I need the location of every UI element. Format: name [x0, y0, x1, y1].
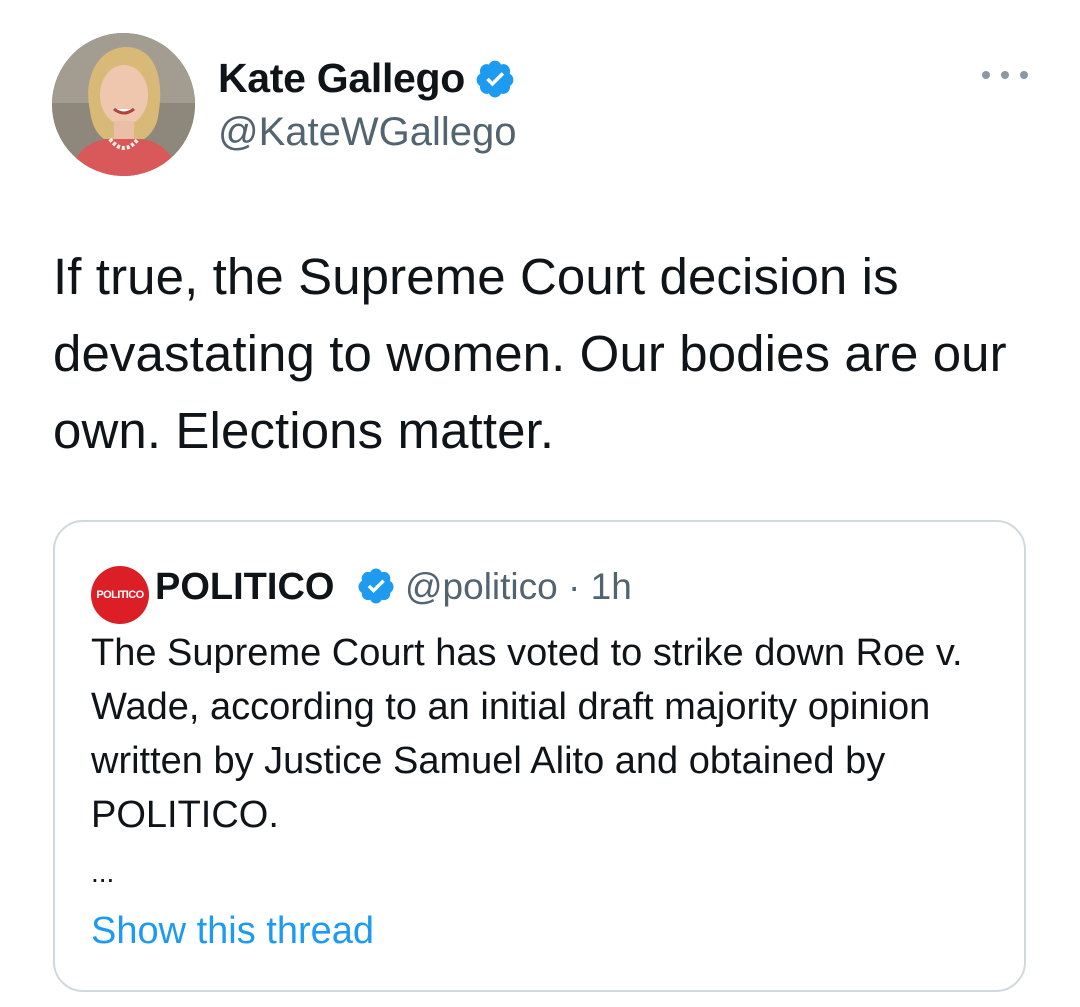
author-name[interactable]: Kate Gallego: [218, 52, 465, 104]
verified-badge-icon: [358, 568, 394, 604]
politico-logo-text: POLITICO: [96, 589, 144, 601]
quoted-handle-time[interactable]: @politico · 1h: [405, 564, 632, 610]
more-options-icon[interactable]: [982, 60, 1028, 90]
more-dot: [1020, 71, 1028, 79]
tweet: Kate Gallego @KateWGallego If true, the …: [0, 0, 1080, 1007]
quoted-tweet-card[interactable]: POLITICO POLITICO @politico · 1h The Sup…: [53, 520, 1026, 992]
author-handle[interactable]: @KateWGallego: [218, 107, 517, 157]
quoted-truncation-ellipsis: ...: [91, 857, 115, 888]
politico-avatar[interactable]: POLITICO: [91, 566, 149, 624]
show-thread-link[interactable]: Show this thread: [91, 908, 374, 954]
avatar-image: [52, 33, 195, 176]
quoted-author-name[interactable]: POLITICO: [155, 564, 334, 610]
verified-badge-icon: [476, 60, 514, 98]
tweet-text: If true, the Supreme Court decision is d…: [53, 248, 1007, 459]
author-avatar[interactable]: [52, 33, 195, 176]
more-dot: [1001, 71, 1009, 79]
more-dot: [982, 71, 990, 79]
quoted-tweet-text: The Supreme Court has voted to strike do…: [91, 632, 963, 836]
